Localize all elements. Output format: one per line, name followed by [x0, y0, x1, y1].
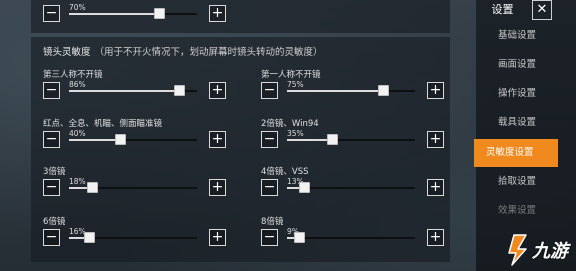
- nav-item-graphics[interactable]: 画面设置: [476, 51, 576, 79]
- decrease-button[interactable]: −: [43, 131, 60, 148]
- setting-label: 4倍镜、VSS: [261, 167, 309, 177]
- slider-percent: 75%: [287, 80, 304, 89]
- close-button[interactable]: ✕: [532, 0, 552, 20]
- slider-track[interactable]: [69, 182, 197, 193]
- nav-item-vehicle[interactable]: 载具设置: [476, 109, 576, 137]
- setting-label: 8倍镜: [261, 217, 284, 227]
- decrease-button[interactable]: −: [261, 82, 278, 99]
- slider-thumb[interactable]: [87, 182, 99, 193]
- increase-button[interactable]: +: [427, 82, 444, 99]
- nav-item-basic[interactable]: 基础设置: [476, 22, 576, 50]
- slider-thumb[interactable]: [293, 232, 305, 243]
- setting-label: 6倍镜: [43, 217, 66, 227]
- increase-button[interactable]: +: [209, 229, 226, 246]
- slider-thumb[interactable]: [326, 134, 338, 145]
- close-icon: ✕: [536, 2, 548, 17]
- nav-item-pickup[interactable]: 拾取设置: [476, 168, 576, 196]
- setting-label: 红点、全息、机瞄、侧面瞄准镜: [43, 119, 163, 129]
- slider-thumb[interactable]: [84, 232, 96, 243]
- increase-button[interactable]: +: [427, 179, 444, 196]
- previous-setting-panel: − 70% +: [31, 0, 450, 33]
- slider-percent: 18%: [69, 177, 86, 186]
- slider-track[interactable]: [287, 85, 415, 96]
- slider-percent: 35%: [287, 129, 304, 138]
- slider-track[interactable]: [69, 8, 197, 19]
- slider-fill: [69, 90, 180, 92]
- decrease-button[interactable]: −: [43, 5, 60, 22]
- slider-thumb[interactable]: [153, 8, 165, 19]
- setting-first-person-no-scope: 第一人称不开镜 − 75% +: [261, 68, 451, 114]
- decrease-button[interactable]: −: [261, 229, 278, 246]
- increase-button[interactable]: +: [427, 229, 444, 246]
- slider-percent: 16%: [69, 227, 86, 236]
- slider-thumb[interactable]: [378, 85, 389, 96]
- slider-track[interactable]: [287, 134, 415, 145]
- slider-track[interactable]: [69, 134, 197, 145]
- slider-thumb[interactable]: [174, 85, 186, 96]
- setting-label: 2倍镜、Win94: [261, 119, 319, 129]
- decrease-button[interactable]: −: [261, 179, 278, 196]
- increase-button[interactable]: +: [427, 131, 444, 148]
- slider-thumb[interactable]: [115, 134, 127, 145]
- panel-title: 镜头灵敏度: [43, 47, 91, 58]
- decrease-button[interactable]: −: [261, 131, 278, 148]
- decrease-button[interactable]: −: [43, 179, 60, 196]
- increase-button[interactable]: +: [209, 5, 226, 22]
- watermark-text: 九游: [532, 241, 568, 262]
- panel-header: 镜头灵敏度 （用于不开火情况下，划动屏幕时镜头转动的灵敏度）: [43, 44, 323, 58]
- increase-button[interactable]: +: [209, 131, 226, 148]
- slider-fill: [287, 139, 332, 141]
- slider-percent: 40%: [69, 129, 86, 138]
- slider-fill: [69, 13, 159, 15]
- panel-note: （用于不开火情况下，划动屏幕时镜头转动的灵敏度）: [94, 47, 323, 58]
- slider-track[interactable]: [287, 182, 415, 193]
- slider-track[interactable]: [287, 232, 415, 243]
- setting-8x-scope: 8倍镜 − 9% +: [261, 215, 451, 261]
- setting-label: 3倍镜: [43, 167, 66, 177]
- increase-button[interactable]: +: [209, 82, 226, 99]
- nav-item-effects[interactable]: 效果设置: [476, 197, 576, 225]
- slider-track[interactable]: [69, 232, 197, 243]
- watermark-logo-icon: [508, 234, 527, 266]
- slider-fill: [69, 139, 121, 141]
- slider-thumb[interactable]: [298, 182, 310, 193]
- watermark-logo: 九游: [502, 229, 576, 269]
- slider-percent: 70%: [69, 3, 86, 12]
- setting-3x-scope: 3倍镜 − 18% +: [43, 165, 233, 211]
- nav-title: 设置: [491, 3, 514, 16]
- setting-4x-scope: 4倍镜、VSS − 13% +: [261, 165, 451, 211]
- setting-red-dot-holo: 红点、全息、机瞄、侧面瞄准镜 − 40% +: [43, 117, 233, 163]
- setting-label: 第三人称不开镜: [43, 70, 103, 80]
- setting-2x-scope: 2倍镜、Win94 − 35% +: [261, 117, 451, 163]
- camera-sensitivity-panel: 镜头灵敏度 （用于不开火情况下，划动屏幕时镜头转动的灵敏度） 第三人称不开镜 − …: [31, 37, 450, 262]
- slider-percent: 86%: [69, 80, 86, 89]
- setting-third-person-no-scope: 第三人称不开镜 − 86% +: [43, 68, 233, 114]
- top-slider-setting: − 70% +: [43, 0, 233, 37]
- slider-fill: [287, 90, 383, 92]
- slider-track[interactable]: [69, 85, 197, 96]
- nav-item-sensitivity[interactable]: 灵敏度设置: [474, 139, 558, 167]
- nav-item-controls[interactable]: 操作设置: [476, 80, 576, 108]
- setting-label: 第一人称不开镜: [261, 70, 321, 80]
- decrease-button[interactable]: −: [43, 82, 60, 99]
- increase-button[interactable]: +: [209, 179, 226, 196]
- decrease-button[interactable]: −: [43, 229, 60, 246]
- setting-6x-scope: 6倍镜 − 16% +: [43, 215, 233, 261]
